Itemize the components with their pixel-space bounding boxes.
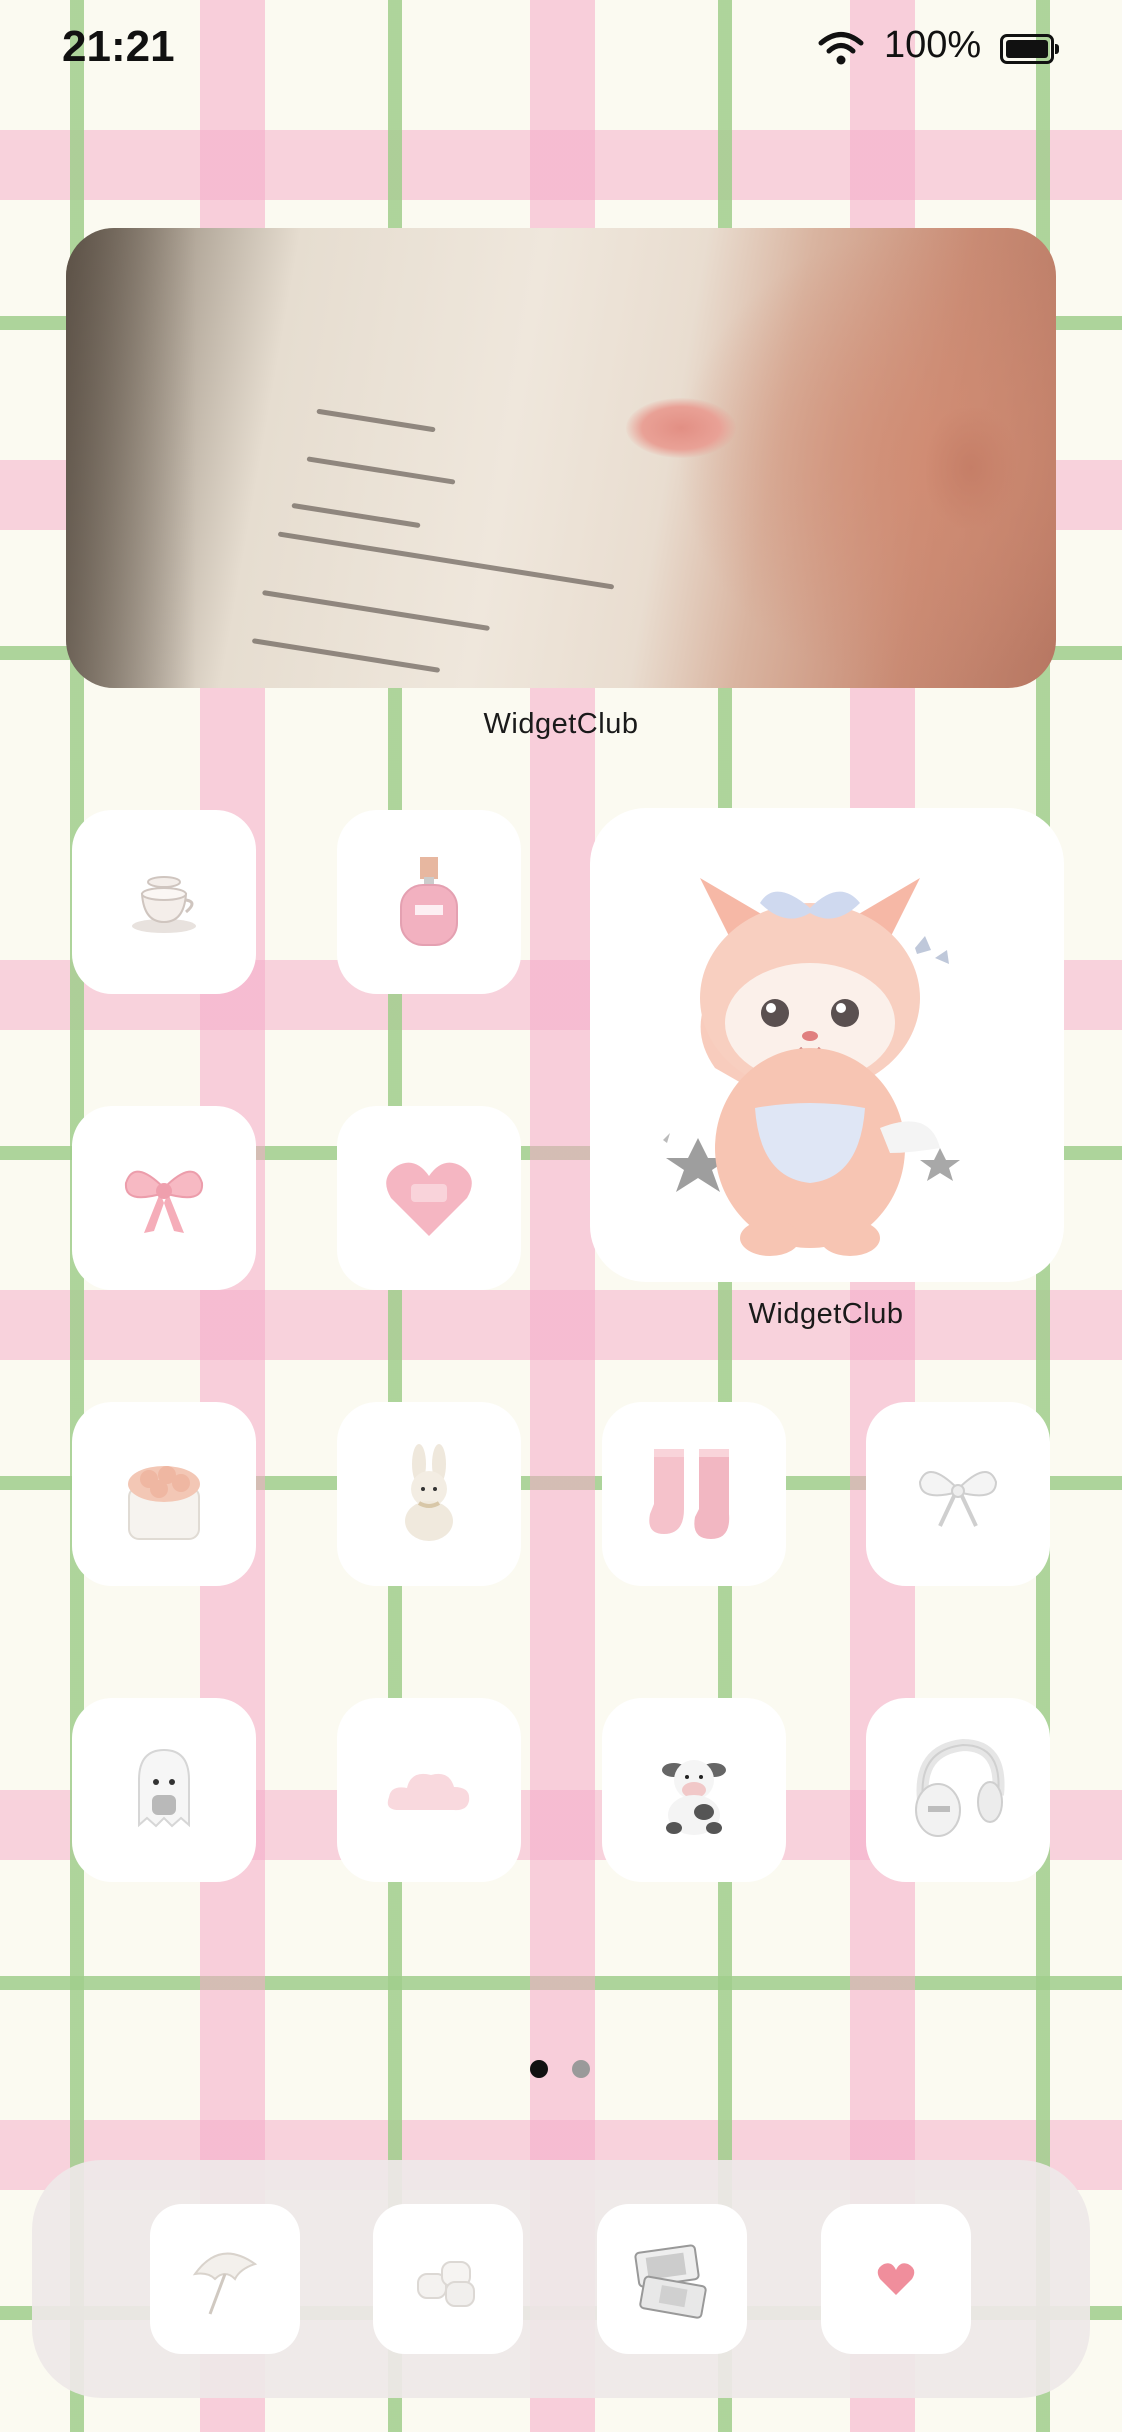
fox-plush-icon	[663, 878, 960, 1256]
app-icon-cow[interactable]	[602, 1698, 786, 1882]
umbrella-icon	[192, 2252, 258, 2315]
small-heart-icon	[877, 2263, 915, 2295]
app-icon-perfume[interactable]	[337, 810, 521, 994]
app-icon-teacup[interactable]	[72, 810, 256, 994]
dock-app-marshmallow[interactable]	[373, 2204, 523, 2354]
cow-plush-icon	[662, 1760, 726, 1835]
dock-app-umbrella[interactable]	[150, 2204, 300, 2354]
heart-icon	[386, 1162, 472, 1236]
app-icon-cloud[interactable]	[337, 1698, 521, 1882]
pink-bow-icon	[124, 1170, 204, 1233]
perfume-icon	[400, 857, 458, 946]
headphones-icon	[915, 1738, 1005, 1837]
app-icon-headphones[interactable]	[866, 1698, 1050, 1882]
character-widget-label: WidgetClub	[748, 1298, 904, 1330]
dock	[32, 2160, 1090, 2398]
teacup-icon	[132, 876, 196, 933]
character-widget[interactable]	[590, 808, 1064, 1282]
dock-app-heart[interactable]	[821, 2204, 971, 2354]
battery-percent: 100%	[884, 24, 982, 66]
app-icon-ghost[interactable]	[72, 1698, 256, 1882]
bunny-plush-icon	[405, 1444, 453, 1541]
app-icon-ribbon[interactable]	[866, 1402, 1050, 1586]
battery-icon	[1000, 34, 1059, 64]
photo-widget[interactable]	[66, 228, 1056, 688]
photo-widget-label: WidgetClub	[483, 708, 639, 740]
page-dot-1[interactable]	[530, 2060, 548, 2078]
app-icon-bunny[interactable]	[337, 1402, 521, 1586]
white-ribbon-icon	[918, 1471, 998, 1527]
app-icon-roses[interactable]	[72, 1402, 256, 1586]
game-console-icon	[634, 2244, 707, 2319]
socks-icon	[649, 1449, 730, 1539]
ghost-icon	[138, 1748, 190, 1828]
status-bar: 21:21 100%	[0, 0, 1122, 100]
app-icon-bow[interactable]	[72, 1106, 256, 1290]
marshmallow-icon	[417, 2261, 475, 2307]
app-icon-heart[interactable]	[337, 1106, 521, 1290]
rose-box-icon	[128, 1466, 200, 1540]
status-time: 21:21	[62, 22, 175, 71]
app-icon-socks[interactable]	[602, 1402, 786, 1586]
lips-print-image	[626, 398, 736, 458]
dock-app-game-console[interactable]	[597, 2204, 747, 2354]
wifi-icon	[818, 32, 864, 65]
page-dot-2[interactable]	[572, 2060, 590, 2078]
cloud-icon	[387, 1773, 470, 1811]
